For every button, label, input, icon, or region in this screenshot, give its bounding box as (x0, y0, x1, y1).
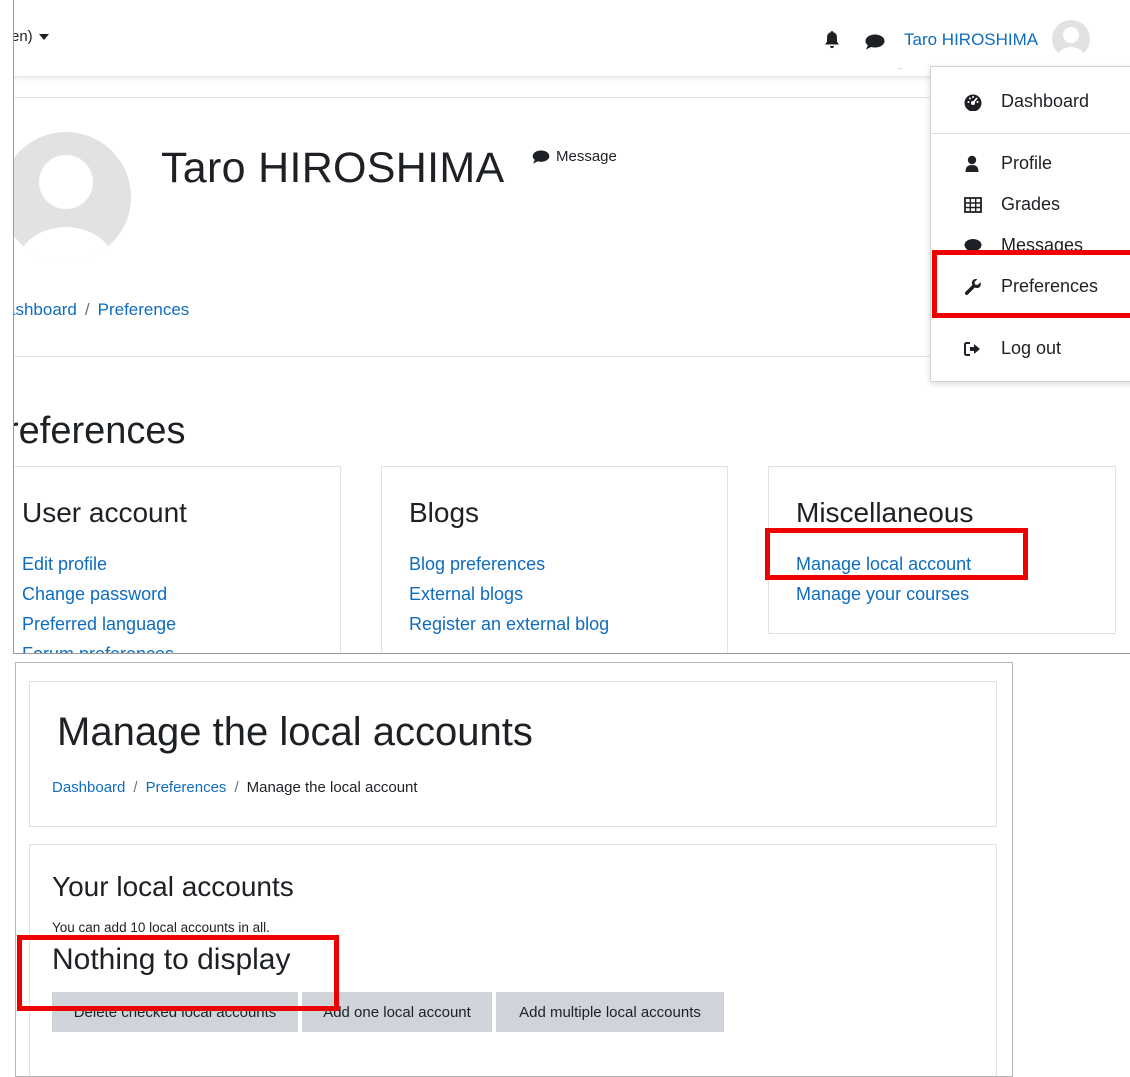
breadcrumb-preferences[interactable]: Preferences (98, 300, 190, 319)
manage-local-account-link[interactable]: Manage local account (796, 554, 971, 574)
limit-note: You can add 10 local accounts in all. (52, 920, 270, 935)
user-icon (965, 155, 979, 172)
user-dropdown-menu: Dashboard Profile Grades Messages Prefer… (930, 66, 1130, 382)
breadcrumb-preferences[interactable]: Preferences (146, 779, 227, 796)
blogs-card: Blogs Blog preferences External blogs Re… (381, 466, 728, 653)
add-one-button[interactable]: Add one local account (302, 992, 492, 1032)
menu-label: Preferences (1001, 276, 1099, 296)
section-title: Your local accounts (52, 871, 294, 902)
breadcrumb-separator: / (234, 779, 239, 796)
card-title: Miscellaneous (796, 497, 974, 528)
profile-avatar (14, 132, 131, 262)
user-menu-toggle[interactable]: Taro HIROSHIMA (898, 18, 1090, 69)
menu-item-preferences[interactable]: Preferences (931, 270, 1130, 306)
breadcrumb: Dashboard / Preferences / Manage the local a… (52, 779, 418, 796)
manage-your-courses-link[interactable]: Manage your courses (796, 584, 969, 604)
breadcrumb: ashboard / Preferences (14, 300, 190, 320)
chat-icon[interactable] (865, 34, 885, 50)
local-accounts-card: Your local accounts You can add 10 local… (29, 844, 997, 1076)
menu-item-profile[interactable]: Profile (931, 147, 1130, 183)
bottom-screenshot: Manage the local accounts Dashboard / Pref… (15, 662, 1013, 1077)
top-screenshot: en) Taro HIROSHIMA Taro HIROSHIMA Messag… (13, 0, 1130, 654)
user-account-card: User account Edit profile Change passwor… (14, 466, 341, 653)
language-menu[interactable]: en) (13, 28, 49, 45)
breadcrumb-separator: / (84, 300, 90, 319)
card-title: User account (22, 497, 187, 528)
blog-preferences-link[interactable]: Blog preferences (409, 554, 545, 574)
card-title: Blogs (409, 497, 480, 528)
menu-label: Dashboard (1001, 91, 1090, 111)
change-password-link[interactable]: Change password (22, 584, 167, 604)
menu-label: Log out (1001, 338, 1062, 358)
menu-label: Profile (1001, 153, 1053, 173)
breadcrumb-separator: / (133, 779, 138, 796)
page-header-card: Manage the local accounts Dashboard / Pref… (29, 681, 997, 827)
menu-label: Grades (1001, 194, 1061, 214)
register-external-blog-link[interactable]: Register an external blog (409, 614, 609, 634)
bell-icon[interactable] (824, 31, 840, 49)
menu-divider (931, 317, 1130, 318)
message-label: Message (556, 148, 617, 165)
caret-down-icon (38, 34, 49, 41)
user-menu-name: Taro HIROSHIMA (904, 30, 1039, 49)
menu-item-messages[interactable]: Messages (931, 229, 1130, 265)
breadcrumb-dashboard[interactable]: ashboard (14, 300, 77, 319)
miscellaneous-card: Miscellaneous Manage local account Manag… (768, 466, 1116, 634)
dashboard-icon (964, 94, 982, 111)
breadcrumb-dashboard[interactable]: Dashboard (52, 779, 125, 796)
menu-divider (931, 133, 1130, 134)
chat-icon (532, 150, 550, 164)
profile-name: Taro HIROSHIMA (161, 144, 505, 192)
menu-item-logout[interactable]: Log out (931, 332, 1130, 368)
language-label: en) (13, 28, 33, 45)
sign-out-icon (964, 342, 980, 356)
preferred-language-link[interactable]: Preferred language (22, 614, 176, 634)
chat-icon (964, 239, 982, 254)
empty-message: Nothing to display (52, 943, 291, 976)
page-title: Manage the local accounts (57, 710, 533, 754)
add-multiple-button[interactable]: Add multiple local accounts (496, 992, 724, 1032)
menu-label: Messages (1001, 235, 1084, 255)
edit-profile-link[interactable]: Edit profile (22, 554, 107, 574)
message-button[interactable]: Message (532, 148, 617, 165)
wrench-icon (964, 278, 981, 296)
table-icon (964, 197, 982, 213)
avatar (1052, 20, 1090, 58)
delete-checked-button[interactable]: Delete checked local accounts (52, 992, 298, 1032)
page-title: references (13, 410, 186, 452)
external-blogs-link[interactable]: External blogs (409, 584, 523, 604)
breadcrumb-current: Manage the local account (246, 779, 418, 796)
forum-preferences-link[interactable]: Forum preferences (22, 644, 174, 653)
menu-item-grades[interactable]: Grades (931, 188, 1130, 224)
menu-item-dashboard[interactable]: Dashboard (931, 85, 1130, 121)
